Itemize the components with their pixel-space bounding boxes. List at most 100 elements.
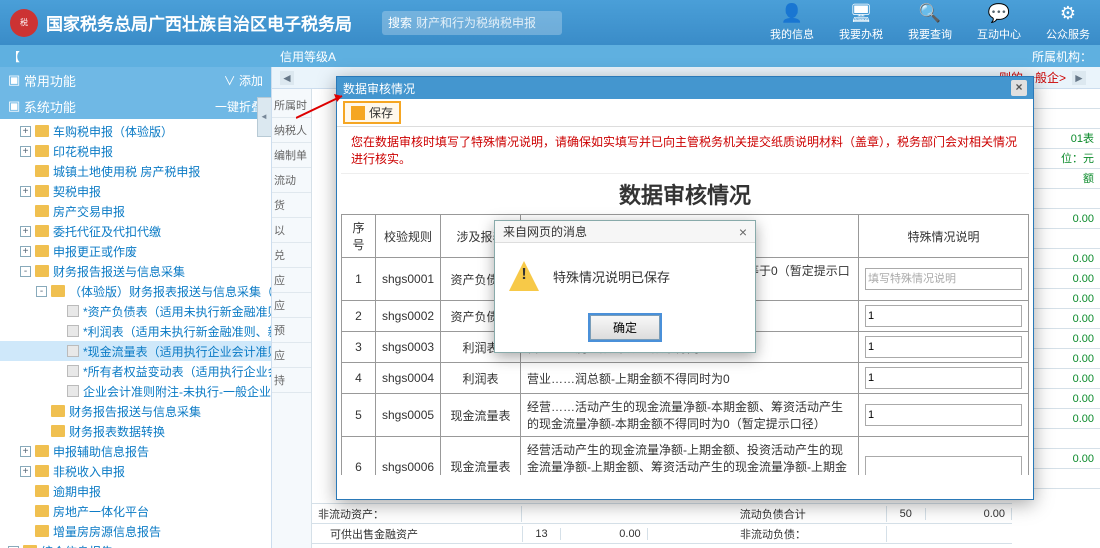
ok-button[interactable]: 确定 [590,315,660,340]
tab-prev-icon[interactable]: ◄ [280,71,294,85]
nav-tree: +车购税申报（体验版）+印花税申报城镇土地使用税 房产税申报+契税申报房产交易申… [0,119,271,548]
folder-icon [35,125,49,137]
expand-icon[interactable]: + [20,246,31,257]
tree-label: 非税收入申报 [53,463,125,480]
sidebar-section-system[interactable]: ▣ 系统功能 一键折叠 [0,93,271,119]
tree-item[interactable]: + 契税申报 [0,181,271,201]
folder-icon [35,225,49,237]
tree-label: 申报更正或作废 [53,243,137,260]
expand-icon[interactable]: + [20,466,31,477]
table-row: 4shgs0004利润表营业……润总额-上期金额不得同时为0 [342,363,1029,394]
tree-item[interactable]: *利润表（适用未执行新金融准则、新收入准 [0,321,271,341]
logo-icon: 税 [10,9,38,37]
search-box[interactable]: 搜索 [382,11,562,35]
nav-interact[interactable]: 💬互动中心 [977,3,1021,42]
expand-icon[interactable]: - [36,286,47,297]
modal-title-text: 数据审核情况 [343,80,415,97]
save-button[interactable]: 保存 [343,101,401,124]
tree-item[interactable]: - （体验版）财务报表报送与信息采集（企业会 [0,281,271,301]
tree-label: 财务报表数据转换 [69,423,165,440]
modal-warning: 您在数据审核时填写了特殊情况说明，请确保如实填写并已向主管税务机关提交纸质说明材… [341,127,1029,174]
search-icon: 🔍 [908,3,952,24]
tree-item[interactable]: - 财务报告报送与信息采集 [0,261,271,281]
nav-my-info[interactable]: 👤我的信息 [770,3,814,42]
nav-public[interactable]: ⚙公众服务 [1046,3,1090,42]
tree-label: 印花税申报 [53,143,113,160]
alert-title-text: 来自网页的消息 [503,223,587,240]
tree-item[interactable]: 逾期申报 [0,481,271,501]
modal-titlebar[interactable]: 数据审核情况 × [337,77,1033,99]
note-input[interactable] [865,336,1022,358]
tree-item[interactable]: *所有者权益变动表（适用执行企业会计准则 [0,361,271,381]
sidebar-collapse-handle[interactable] [257,97,271,137]
header-nav: 👤我的信息 🖥我要办税 🔍我要查询 💬互动中心 ⚙公众服务 [770,3,1090,42]
tree-item[interactable]: + 委托代征及代扣代缴 [0,221,271,241]
file-icon [67,365,79,377]
note-input[interactable] [865,305,1022,327]
col-note: 特殊情况说明 [859,215,1029,258]
subbar-left: 【 [8,48,20,65]
expand-icon[interactable]: + [20,146,31,157]
expand-icon[interactable]: + [20,226,31,237]
tree-item[interactable]: 企业会计准则附注-未执行-一般企业-月季 [0,381,271,401]
note-input[interactable] [865,268,1022,290]
tree-label: 财务报告报送与信息采集 [53,263,185,280]
search-input[interactable] [416,16,556,30]
nav-query[interactable]: 🔍我要查询 [908,3,952,42]
folder-icon [51,425,65,437]
tree-label: 综合信息报告 [41,543,113,548]
tree-item[interactable]: + 申报辅助信息报告 [0,441,271,461]
warning-icon [509,261,539,291]
tree-label: 申报辅助信息报告 [53,443,149,460]
user-icon: 👤 [770,3,814,24]
tree-item[interactable]: 房产交易申报 [0,201,271,221]
tree-item[interactable]: 财务报表数据转换 [0,421,271,441]
expand-icon[interactable]: + [20,126,31,137]
credit-grade: 信用等级A [280,48,336,65]
folder-icon [35,445,49,457]
sidebar-section-common[interactable]: ▣ 常用功能 ∨ 添加 [0,67,271,93]
note-input[interactable] [865,404,1022,426]
tree-label: *现金流量表（适用执行企业会计准则的一般 [83,343,271,360]
tree-item[interactable]: +综合信息报告 [0,541,271,548]
tree-item[interactable]: 增量房房源信息报告 [0,521,271,541]
tree-label: 财务报告报送与信息采集 [69,403,201,420]
folder-icon [35,245,49,257]
expand-icon[interactable]: + [20,186,31,197]
collapse-all-link[interactable]: 一键折叠 [215,98,263,115]
tree-label: 城镇土地使用税 房产税申报 [53,163,200,180]
add-link[interactable]: ∨ 添加 [224,72,263,89]
folder-icon [35,265,49,277]
tree-item[interactable]: *资产负债表（适用未执行新金融准则、新收 [0,301,271,321]
tree-item[interactable]: +车购税申报（体验版） [0,121,271,141]
tree-item[interactable]: 房地产一体化平台 [0,501,271,521]
close-icon[interactable]: × [1011,80,1027,96]
app-title: 国家税务总局广西壮族自治区电子税务局 [46,10,352,35]
note-input[interactable] [865,456,1022,476]
alert-titlebar[interactable]: 来自网页的消息 × [495,221,755,243]
tree-label: 增量房房源信息报告 [53,523,161,540]
expand-icon[interactable]: - [20,266,31,277]
tab-next-icon[interactable]: ► [1072,71,1086,85]
note-input[interactable] [865,367,1022,389]
tree-item[interactable]: *现金流量表（适用执行企业会计准则的一般 [0,341,271,361]
file-icon [67,345,79,357]
tree-label: （体验版）财务报表报送与信息采集（企业会 [69,283,271,300]
expand-icon[interactable]: + [20,446,31,457]
tree-item[interactable]: + 印花税申报 [0,141,271,161]
tree-label: 逾期申报 [53,483,101,500]
tree-label: 委托代征及代扣代缴 [53,223,161,240]
tree-item[interactable]: 城镇土地使用税 房产税申报 [0,161,271,181]
save-icon [351,106,365,120]
alert-message: 特殊情况说明已保存 [553,267,670,286]
tree-item[interactable]: 财务报告报送与信息采集 [0,401,271,421]
tree-label: *利润表（适用未执行新金融准则、新收入准 [83,323,271,340]
alert-close-icon[interactable]: × [739,224,747,240]
tree-item[interactable]: + 申报更正或作废 [0,241,271,261]
tree-label: 契税申报 [53,183,101,200]
col-seq: 序号 [342,215,376,258]
nav-tax[interactable]: 🖥我要办税 [839,3,883,42]
folder-icon [35,485,49,497]
tree-item[interactable]: + 非税收入申报 [0,461,271,481]
bg-left-labels: 所属时纳税人编制单流动货以兑应应预应持 [272,89,312,548]
